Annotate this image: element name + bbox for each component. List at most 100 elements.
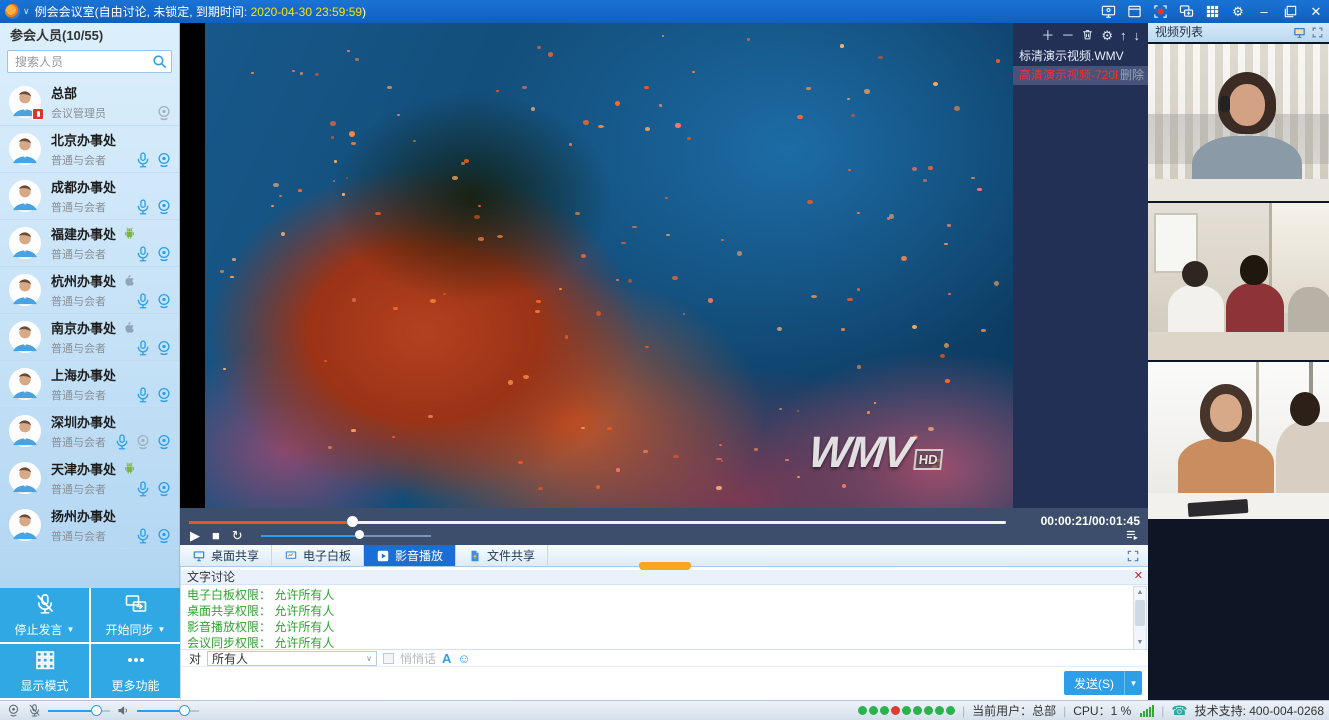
participant-role: 普通与会者 [51, 387, 134, 403]
play-button[interactable]: ▶ [190, 528, 200, 543]
participant-row[interactable]: 扬州办事处普通与会者 [0, 502, 179, 549]
participant-row[interactable]: 总部会议管理员 [0, 79, 179, 126]
mic-icon[interactable] [113, 433, 131, 451]
playlist-item[interactable]: 标清演示视频.WMV [1013, 47, 1148, 66]
tab-desktop-share[interactable]: 桌面共享 [180, 545, 272, 566]
replay-button[interactable]: ↻ [232, 528, 243, 543]
camera-muted-icon[interactable] [155, 104, 173, 122]
emoji-icon[interactable]: ☺ [457, 651, 470, 666]
monitor-icon[interactable] [1293, 26, 1306, 39]
phone-icon: ☎ [1171, 703, 1187, 719]
media-video-content[interactable]: WMV HD [205, 23, 1013, 508]
video-thumbnail[interactable] [1148, 362, 1329, 519]
camera-icon[interactable] [155, 527, 173, 545]
fullscreen-icon[interactable] [1126, 549, 1140, 563]
search-icon[interactable] [151, 53, 168, 70]
mic-icon[interactable] [134, 198, 152, 216]
camera-icon[interactable] [155, 339, 173, 357]
participant-row[interactable]: 上海办事处普通与会者 [0, 361, 179, 408]
tab-media-playback[interactable]: 影音播放 [364, 545, 456, 566]
sync-icon[interactable] [1173, 0, 1199, 23]
mic-volume-slider[interactable] [48, 706, 110, 716]
mic-icon[interactable] [134, 151, 152, 169]
camera-icon[interactable] [155, 245, 173, 263]
font-icon[interactable]: A [442, 651, 451, 666]
scroll-up-icon[interactable]: ▲ [1134, 587, 1146, 599]
tab-whiteboard[interactable]: 电子白板 [272, 545, 364, 566]
playlist-item-selected[interactable]: 高清演示视频-720P.wmv删除 [1013, 66, 1148, 85]
camera-icon[interactable] [155, 292, 173, 310]
stop-speaking-button[interactable]: 停止发言▼ [0, 588, 89, 642]
window-mode-icon[interactable] [1121, 0, 1147, 23]
participant-row[interactable]: 成都办事处普通与会者 [0, 173, 179, 220]
mic-icon[interactable] [134, 527, 152, 545]
send-options-caret[interactable]: ▼ [1125, 671, 1142, 695]
camera-icon[interactable] [155, 198, 173, 216]
mic-muted-icon[interactable] [27, 703, 42, 718]
send-button[interactable]: 发送(S) ▼ [1064, 671, 1142, 695]
record-icon[interactable] [1147, 0, 1173, 23]
send-label: 发送(S) [1064, 671, 1124, 695]
tab-file-share[interactable]: 文件共享 [456, 545, 548, 566]
search-input[interactable] [7, 50, 172, 73]
mic-icon[interactable] [134, 245, 152, 263]
participant-row[interactable]: 北京办事处普通与会者 [0, 126, 179, 173]
chat-scrollbar[interactable]: ▲ ▼ [1133, 586, 1147, 650]
display-mode-button[interactable]: 显示模式 [0, 644, 89, 698]
scrollbar-thumb[interactable] [1135, 600, 1145, 626]
participant-row[interactable]: 福建办事处普通与会者 [0, 220, 179, 267]
camera-icon[interactable] [155, 151, 173, 169]
chat-message: 影音播放权限： 允许所有人 [187, 619, 1130, 635]
screen-share-icon[interactable] [1095, 0, 1121, 23]
scroll-down-icon[interactable]: ▼ [1134, 637, 1146, 649]
playlist-settings-icon[interactable]: ⚙ [1101, 29, 1113, 42]
video-thumbnail[interactable] [1148, 203, 1329, 360]
add-media-icon[interactable]: ＋ [1041, 29, 1054, 42]
playlist-toggle-icon[interactable] [1124, 528, 1140, 542]
participant-row[interactable]: 杭州办事处普通与会者 [0, 267, 179, 314]
participant-row[interactable]: 南京办事处普通与会者 [0, 314, 179, 361]
volume-slider[interactable] [261, 531, 431, 541]
start-sync-button[interactable]: 开始同步▼ [91, 588, 180, 642]
stop-button[interactable]: ■ [212, 528, 220, 543]
participant-row[interactable]: 深圳办事处普通与会者 [0, 408, 179, 455]
remove-media-icon[interactable]: － [1061, 29, 1074, 42]
more-functions-button[interactable]: 更多功能 [91, 644, 180, 698]
close-icon[interactable]: ✕ [1303, 0, 1329, 23]
recipient-select[interactable]: 所有人∨ [207, 651, 377, 666]
move-up-icon[interactable]: ↑ [1120, 29, 1127, 42]
mic-icon[interactable] [134, 386, 152, 404]
video-thumbnail[interactable] [1148, 44, 1329, 201]
caret-down-icon[interactable]: ▼ [67, 625, 75, 634]
maximize-icon[interactable] [1277, 0, 1303, 23]
participant-row[interactable]: 天津办事处普通与会者 [0, 455, 179, 502]
settings-icon[interactable]: ⚙ [1225, 0, 1251, 23]
move-down-icon[interactable]: ↓ [1134, 29, 1141, 42]
status-dot-green [880, 706, 889, 715]
caret-down-icon[interactable]: ▼ [158, 625, 166, 634]
chat-close-icon[interactable]: ✕ [1134, 570, 1143, 583]
camera-muted-icon[interactable] [134, 433, 152, 451]
whisper-checkbox[interactable] [383, 653, 394, 664]
chat-message: 桌面共享权限： 允许所有人 [187, 603, 1130, 619]
camera-icon[interactable] [155, 433, 173, 451]
display-grid-icon[interactable] [1199, 0, 1225, 23]
volume-thumb[interactable] [355, 530, 364, 539]
seek-thumb[interactable] [347, 516, 358, 527]
mic-icon[interactable] [134, 480, 152, 498]
mic-icon[interactable] [134, 292, 152, 310]
expand-icon[interactable] [1311, 26, 1324, 39]
delete-item-button[interactable]: 删除 [1120, 66, 1144, 85]
chat-collapse-handle[interactable] [639, 562, 691, 570]
message-input[interactable] [181, 668, 1148, 700]
trash-icon[interactable] [1081, 28, 1094, 43]
minimize-icon[interactable]: – [1251, 0, 1277, 23]
speaker-volume-slider[interactable] [137, 706, 199, 716]
camera-icon[interactable] [155, 386, 173, 404]
seek-bar[interactable] [189, 517, 1006, 527]
mic-icon[interactable] [134, 339, 152, 357]
chevron-down-icon[interactable]: ∨ [23, 6, 30, 17]
webcam-status-icon[interactable] [6, 703, 21, 718]
speaker-icon[interactable] [116, 703, 131, 718]
camera-icon[interactable] [155, 480, 173, 498]
